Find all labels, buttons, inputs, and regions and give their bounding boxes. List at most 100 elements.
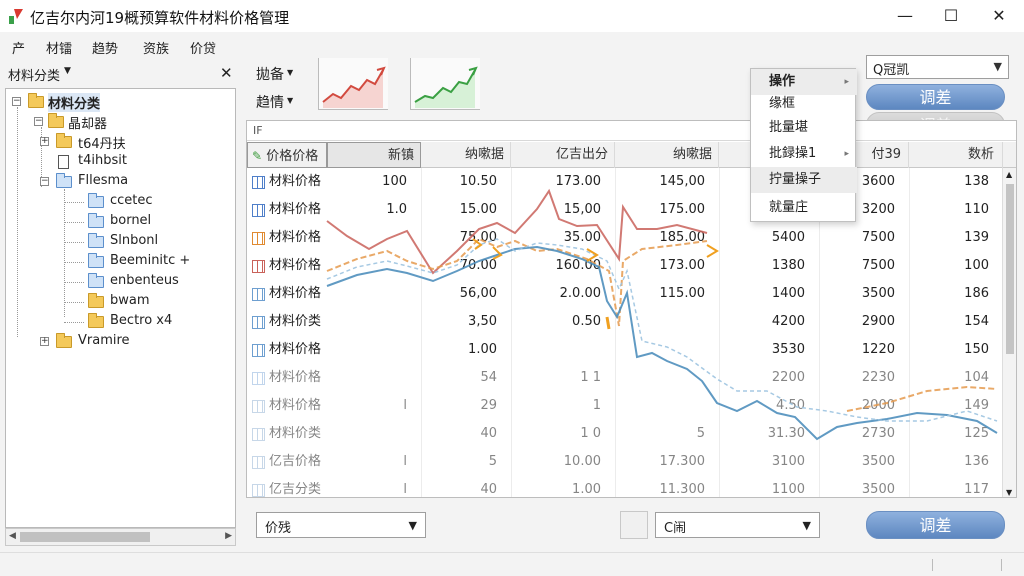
scrollbar-thumb[interactable] xyxy=(20,532,150,542)
table-cell[interactable]: 1 0 xyxy=(511,420,601,448)
context-menu-item[interactable]: 就量庄 xyxy=(751,195,857,221)
scrollbar-thumb[interactable] xyxy=(1006,184,1014,354)
table-cell[interactable]: 2230 xyxy=(819,364,895,392)
tree-horizontal-scrollbar[interactable]: ◀ ▶ xyxy=(5,528,236,546)
table-cell[interactable]: 1220 xyxy=(819,336,895,364)
column-header[interactable]: 纳嗽据 xyxy=(615,142,719,168)
table-cell[interactable] xyxy=(327,224,407,252)
table-cell[interactable]: 186 xyxy=(909,280,989,308)
menu-item-materials[interactable]: 材镭 xyxy=(46,38,72,57)
table-cell[interactable]: 125 xyxy=(909,420,989,448)
table-row[interactable]: 材料价格 56,00 2.0.00 115.00 1400 3500 186 xyxy=(247,280,1016,308)
table-cell[interactable]: l xyxy=(327,392,407,420)
maximize-button[interactable]: ☐ xyxy=(928,0,974,32)
table-cell[interactable]: 173.00 xyxy=(615,252,706,280)
column-header[interactable]: ✎ 价格价格 xyxy=(247,142,327,168)
trend-thumbnail-red[interactable] xyxy=(318,58,388,110)
table-cell[interactable]: 17.300 xyxy=(615,448,706,476)
table-cell[interactable]: 4200 xyxy=(719,308,805,336)
table-cell[interactable]: 7500 xyxy=(819,224,895,252)
scroll-down-icon[interactable]: ▼ xyxy=(1006,488,1012,497)
table-cell[interactable] xyxy=(615,336,705,364)
menu-item-resources[interactable]: 资族 xyxy=(143,38,169,57)
table-cell[interactable]: 149 xyxy=(909,392,989,420)
table-cell[interactable]: 160.00 xyxy=(511,252,602,280)
table-cell[interactable]: 115.00 xyxy=(615,280,706,308)
table-cell[interactable]: 154 xyxy=(909,308,989,336)
operations-context-menu[interactable]: 操作 ▸ 缘框 批量堪 批録操1 ▸ 拧量操子 就量庄 xyxy=(750,68,857,222)
close-button[interactable]: ✕ xyxy=(976,0,1022,32)
column-header[interactable]: 数析 xyxy=(909,142,1003,168)
table-cell[interactable] xyxy=(327,336,407,364)
table-row[interactable]: 材料价格 75.00 35.00 185.00 5400 7500 139 xyxy=(247,224,1016,252)
column-header[interactable]: 新镇 xyxy=(327,142,421,168)
table-row[interactable]: 材料价格 100 10.50 173.00 145,00 3600 138 xyxy=(247,168,1016,196)
table-row[interactable]: 亿吉价格 l 5 10.00 17.300 3100 3500 136 xyxy=(247,448,1016,476)
context-menu-item[interactable]: 批量堪 xyxy=(751,115,857,141)
table-cell[interactable]: 1100 xyxy=(719,476,805,497)
table-cell[interactable]: 1400 xyxy=(719,280,805,308)
bottom-left-dropdown[interactable]: 价残 ▼ xyxy=(256,512,426,538)
table-cell[interactable] xyxy=(511,336,601,364)
table-row[interactable]: 材料价类 3,50 0.50 4200 2900 154 xyxy=(247,308,1016,336)
table-cell[interactable]: 54 xyxy=(421,364,497,392)
table-cell[interactable]: 56,00 xyxy=(421,280,497,308)
context-menu-item[interactable]: 批録操1 ▸ xyxy=(751,141,857,167)
table-row[interactable]: 材料价格 70.00 160.00 173.00 1380 7500 100 xyxy=(247,252,1016,280)
minimize-button[interactable]: — xyxy=(882,0,928,32)
table-cell[interactable] xyxy=(615,308,705,336)
table-cell[interactable] xyxy=(615,392,705,420)
table-cell[interactable]: 3,50 xyxy=(421,308,497,336)
table-cell[interactable]: 175.00 xyxy=(615,196,706,224)
table-cell[interactable]: 145,00 xyxy=(615,168,706,196)
table-cell[interactable]: 1380 xyxy=(719,252,805,280)
table-cell[interactable]: 110 xyxy=(909,196,989,224)
top-selector-dropdown[interactable]: Q冠凯 ▼ xyxy=(866,55,1009,79)
table-cell[interactable]: 2.0.00 xyxy=(511,280,601,308)
table-cell[interactable]: 2730 xyxy=(819,420,895,448)
table-cell[interactable]: 2000 xyxy=(819,392,895,420)
menu-item-file[interactable]: 产 xyxy=(12,38,25,57)
menu-item-price[interactable]: 价贷 xyxy=(190,38,216,57)
table-cell[interactable]: 3500 xyxy=(819,280,895,308)
table-cell[interactable]: 1.0 xyxy=(327,196,407,224)
toolbar-label-prepare[interactable]: 拋备 xyxy=(256,64,284,84)
table-cell[interactable]: 2900 xyxy=(819,308,895,336)
table-cell[interactable]: 3530 xyxy=(719,336,805,364)
context-menu-item[interactable]: 缘框 xyxy=(751,91,857,117)
table-row[interactable]: 材料价格 54 1 1 2200 2230 104 xyxy=(247,364,1016,392)
table-cell[interactable]: 3500 xyxy=(819,476,895,497)
scroll-left-icon[interactable]: ◀ xyxy=(9,531,16,541)
price-grid[interactable]: IF ✎ 价格价格 新镇 纳嗽据 亿吉出分 纳嗽据 付39 数析 材料价格 100… xyxy=(246,120,1017,498)
table-cell[interactable]: 10.00 xyxy=(511,448,601,476)
table-cell[interactable]: 29 xyxy=(421,392,497,420)
left-panel-close-icon[interactable]: ✕ xyxy=(220,64,233,82)
bottom-right-dropdown[interactable]: C闹 ▼ xyxy=(655,512,820,538)
table-cell[interactable]: 100 xyxy=(909,252,989,280)
table-cell[interactable]: 40 xyxy=(421,476,497,497)
table-cell[interactable]: 7500 xyxy=(819,252,895,280)
scroll-right-icon[interactable]: ▶ xyxy=(225,531,232,541)
table-cell[interactable]: 185.00 xyxy=(615,224,706,252)
table-row[interactable]: 亿吉分类 l 40 1.00 11.300 1100 3500 117 xyxy=(247,476,1016,497)
table-cell[interactable]: 1 xyxy=(511,392,601,420)
table-cell[interactable] xyxy=(327,420,407,448)
table-cell[interactable]: 136 xyxy=(909,448,989,476)
table-row[interactable]: 材料价格 1.00 3530 1220 150 xyxy=(247,336,1016,364)
table-cell[interactable]: 1 1 xyxy=(511,364,601,392)
left-panel-title[interactable]: 材料分类 xyxy=(8,65,60,84)
resize-grip-icon[interactable] xyxy=(932,559,1002,571)
collapse-icon[interactable]: − xyxy=(34,117,43,126)
expand-icon[interactable]: + xyxy=(40,137,49,146)
table-cell[interactable]: 1.00 xyxy=(511,476,601,497)
expand-icon[interactable]: + xyxy=(40,337,49,346)
chevron-down-icon[interactable]: ▼ xyxy=(64,66,71,76)
table-cell[interactable] xyxy=(615,364,705,392)
table-cell[interactable]: 117 xyxy=(909,476,989,497)
table-cell[interactable]: 5 xyxy=(421,448,497,476)
category-tree[interactable]: − 材料分类 − 晶却器 + t64丹扶 t4ihbsit − Fllesma … xyxy=(5,88,236,528)
scroll-up-icon[interactable]: ▲ xyxy=(1006,170,1012,179)
table-cell[interactable]: 5 xyxy=(615,420,705,448)
chevron-down-icon[interactable]: ▼ xyxy=(287,68,293,77)
table-cell[interactable]: l xyxy=(327,448,407,476)
